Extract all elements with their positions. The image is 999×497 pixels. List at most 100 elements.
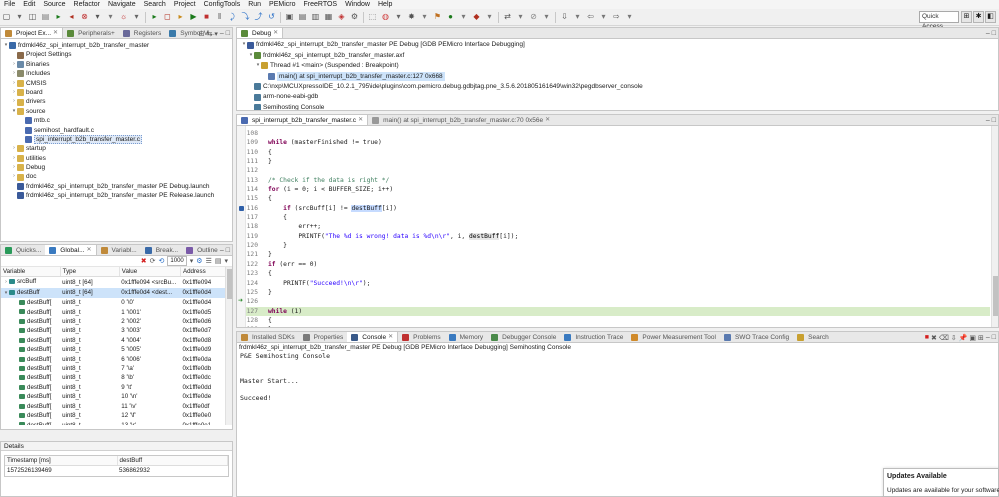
update-notification[interactable]: Updates Available Updates are available … [883, 468, 999, 497]
tree-item[interactable]: › startup [3, 144, 232, 153]
columns-icon[interactable]: ☰ [206, 257, 212, 265]
menu-file[interactable]: File [0, 0, 19, 9]
close-icon[interactable]: ✕ [545, 115, 550, 125]
toolbar-icon[interactable]: ◫ [28, 12, 38, 22]
tree-item[interactable]: › Binaries [3, 60, 232, 69]
close-icon[interactable]: ✕ [87, 245, 92, 255]
menu-refactor[interactable]: Refactor [70, 0, 104, 9]
tree-item[interactable]: › doc [3, 172, 232, 181]
tab-installed-sdks[interactable]: Installed SDKs [237, 332, 299, 342]
tab-variables[interactable]: Variabl... [97, 245, 141, 255]
tree-item[interactable]: › Debug [3, 163, 232, 172]
details-column-header[interactable]: destBuff [117, 456, 228, 467]
settings-icon[interactable]: ⚙ [196, 257, 202, 265]
toolbar-icon[interactable]: ▾ [106, 12, 116, 22]
tree-item[interactable]: › board [3, 88, 232, 97]
dropdown-icon[interactable]: ▾ [190, 257, 194, 265]
minimize-icon[interactable]: – [220, 247, 224, 254]
chart-icon[interactable]: ▤ [215, 257, 222, 265]
menu-pemicro[interactable]: PEMicro [265, 0, 299, 9]
toolbar-icon[interactable]: ⤵ [241, 12, 251, 22]
menu-search[interactable]: Search [140, 0, 170, 9]
tab-power-measurement-tool[interactable]: Power Measurement Tool [627, 332, 720, 342]
toolbar-icon[interactable]: ⚑ [433, 12, 443, 22]
toolbar-icon[interactable]: ▸ [54, 12, 64, 22]
display-console-icon[interactable]: ▣ [969, 334, 976, 342]
scroll-lock-icon[interactable]: ⇩ [951, 334, 957, 342]
close-icon[interactable]: ✕ [388, 332, 393, 342]
toolbar-icon[interactable]: ⤸ [228, 12, 238, 22]
toolbar-icon[interactable]: ▾ [485, 12, 495, 22]
perspective-debug-icon[interactable]: ✱ [973, 11, 984, 23]
toolbar-icon[interactable]: ▣ [285, 12, 295, 22]
tab-console[interactable]: Console ✕ [347, 332, 399, 342]
console-output[interactable]: P&E Semihosting Console Master Start... Su… [237, 352, 998, 402]
new-console-icon[interactable]: ⊞ [978, 334, 984, 342]
toolbar-icon[interactable]: ☼ [119, 12, 129, 22]
tree-item[interactable]: ▾ source [3, 107, 232, 116]
toolbar-icon[interactable]: ▾ [516, 12, 526, 22]
tab-registers[interactable]: Registers [119, 28, 165, 38]
toolbar-icon[interactable]: ◻ [163, 12, 173, 22]
toolbar-icon[interactable]: ⇄ [503, 12, 513, 22]
toolbar-icon[interactable]: ▾ [625, 12, 635, 22]
column-header[interactable]: Type [60, 267, 120, 278]
minimize-icon[interactable]: – [986, 30, 990, 37]
tab-source-file[interactable]: spi_interrupt_b2b_transfer_master.c ✕ [237, 115, 369, 125]
sample-rate-icon[interactable]: ⟲ [159, 257, 165, 265]
column-header[interactable]: Address [180, 267, 232, 278]
quick-access-input[interactable]: Quick Access [919, 11, 959, 30]
table-row[interactable]: › srcBuff uint8_t [64] 0x1fffe094 <srcBu...… [1, 277, 232, 288]
collapse-all-icon[interactable]: ⊟ [199, 30, 205, 38]
debug-item[interactable]: Semihosting Console [241, 102, 998, 110]
minimize-icon[interactable]: – [986, 334, 990, 341]
tree-item[interactable]: spi_interrupt_b2b_transfer_master.c [3, 135, 232, 145]
debug-item[interactable]: arm-none-eabi-gdb [241, 92, 998, 102]
maximize-icon[interactable]: □ [992, 117, 996, 124]
remove-launch-icon[interactable]: ✖ [931, 334, 937, 342]
toolbar-icon[interactable]: ▶ [189, 12, 199, 22]
toolbar-icon[interactable]: ▤ [41, 12, 51, 22]
toolbar-icon[interactable]: ▥ [311, 12, 321, 22]
remove-icon[interactable]: ✖ [141, 257, 147, 265]
toolbar-icon[interactable]: ● [446, 12, 456, 22]
column-header[interactable]: Value [119, 267, 181, 278]
table-row[interactable]: destBuff[uint8_t 7 '\a' 0x1fffe0db [1, 364, 232, 373]
menu-source[interactable]: Source [39, 0, 69, 9]
toolbar-icon[interactable]: ⚙ [350, 12, 360, 22]
tree-item[interactable]: › drivers [3, 97, 232, 106]
tree-item[interactable]: frdmkl46z_spi_interrupt_b2b_transfer_mas… [3, 182, 232, 191]
toolbar-icon[interactable]: ▾ [573, 12, 583, 22]
tab-instruction-trace[interactable]: Instruction Trace [560, 332, 627, 342]
tab-breakpoints[interactable]: Break... [141, 245, 182, 255]
debug-item[interactable]: ▾ frdmkl46z_spi_interrupt_b2b_transfer_ma… [241, 40, 998, 50]
table-row[interactable]: destBuff[uint8_t 12 '\f' 0x1fffe0e0 [1, 411, 232, 420]
tab-properties[interactable]: Properties [299, 332, 348, 342]
close-icon[interactable]: ✕ [358, 115, 363, 125]
toolbar-icon[interactable]: ◈ [337, 12, 347, 22]
tree-item[interactable]: mtb.c [3, 116, 232, 125]
menu-window[interactable]: Window [341, 0, 374, 9]
breakpoint-icon[interactable] [239, 206, 244, 211]
tab-disassembly[interactable]: main() at spi_interrupt_b2b_transfer_mas… [368, 115, 554, 125]
table-row[interactable]: destBuff[uint8_t 8 '\b' 0x1fffe0dc [1, 373, 232, 382]
table-row[interactable]: destBuff[uint8_t 3 '\003' 0x1fffe0d7 [1, 326, 232, 335]
toolbar-icon[interactable]: ⇦ [586, 12, 596, 22]
tree-item[interactable]: ▾ frdmkl46z_spi_interrupt_b2b_transfer_ma… [3, 41, 232, 50]
pin-console-icon[interactable]: 📌 [959, 334, 968, 342]
table-row[interactable]: destBuff[uint8_t 4 '\004' 0x1fffe0d8 [1, 336, 232, 345]
tree-item[interactable]: › CMSIS [3, 79, 232, 88]
terminate-icon[interactable]: ■ [925, 334, 929, 341]
tab-problems[interactable]: Problems [398, 332, 444, 342]
tab-debug[interactable]: Debug ✕ [237, 28, 284, 38]
maximize-icon[interactable]: □ [992, 334, 996, 341]
menu-freertos[interactable]: FreeRTOS [300, 0, 342, 9]
table-row[interactable]: destBuff[uint8_t 2 '\002' 0x1fffe0d6 [1, 317, 232, 326]
table-row[interactable]: destBuff[uint8_t 13 '\r' 0x1fffe0e1 [1, 421, 232, 425]
link-editor-icon[interactable]: ⇆ [206, 30, 212, 38]
maximize-icon[interactable]: □ [226, 30, 230, 37]
close-icon[interactable]: ✕ [273, 28, 278, 38]
debug-item[interactable]: C:\nxp\MCUXpressoIDE_10.2.1_795\ide\plug… [241, 82, 998, 92]
details-row[interactable]: 1572526139469 536862932 [5, 466, 228, 476]
tab-quickstart[interactable]: Quicks... [1, 245, 45, 255]
